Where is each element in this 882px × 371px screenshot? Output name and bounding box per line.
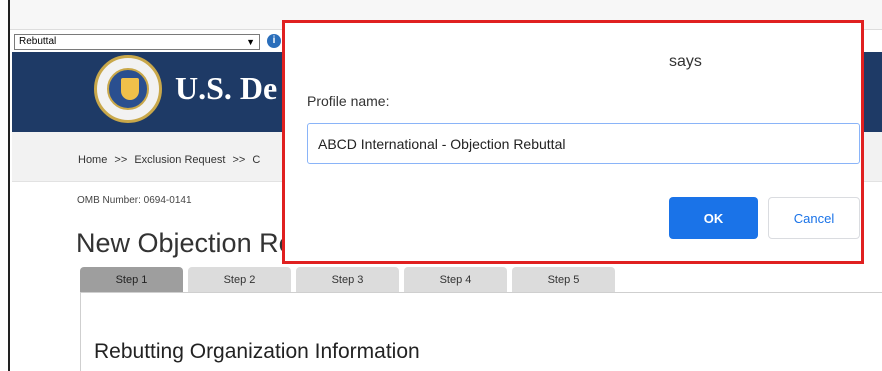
cancel-button[interactable]: Cancel bbox=[768, 197, 860, 239]
profile-select-value: Rebuttal bbox=[19, 36, 57, 47]
tab-step-4[interactable]: Step 4 bbox=[404, 267, 507, 293]
breadcrumb-separator: >> bbox=[114, 154, 128, 166]
tab-step-3[interactable]: Step 3 bbox=[296, 267, 399, 293]
omb-number: OMB Number: 0694-0141 bbox=[77, 195, 192, 206]
breadcrumb-exclusion-request[interactable]: Exclusion Request bbox=[134, 154, 225, 166]
breadcrumb-separator: >> bbox=[232, 154, 246, 166]
site-title: U.S. De bbox=[175, 70, 278, 106]
step-tabs: Step 1 Step 2 Step 3 Step 4 Step 5 bbox=[80, 267, 615, 293]
section-title: Rebutting Organization Information bbox=[94, 340, 420, 363]
page-title: New Objection Re bbox=[76, 228, 294, 258]
dropdown-arrow-icon: ▼ bbox=[246, 37, 255, 47]
profile-name-input[interactable] bbox=[307, 123, 860, 164]
profile-select[interactable]: Rebuttal ▼ bbox=[14, 34, 260, 50]
ok-button[interactable]: OK bbox=[669, 197, 758, 239]
breadcrumb-current: C bbox=[252, 154, 261, 166]
window-left-edge bbox=[0, 0, 10, 371]
tab-step-2[interactable]: Step 2 bbox=[188, 267, 291, 293]
prompt-dialog: says Profile name: OK Cancel bbox=[282, 20, 864, 264]
info-icon[interactable]: i bbox=[267, 34, 281, 48]
breadcrumb-home[interactable]: Home bbox=[78, 154, 107, 166]
breadcrumb: Home >> Exclusion Request >> C bbox=[78, 154, 264, 166]
dialog-origin-says: says bbox=[669, 53, 702, 70]
dialog-label: Profile name: bbox=[307, 93, 390, 109]
tab-step-5[interactable]: Step 5 bbox=[512, 267, 615, 293]
tab-step-1[interactable]: Step 1 bbox=[80, 267, 183, 293]
department-seal-icon bbox=[94, 55, 162, 123]
